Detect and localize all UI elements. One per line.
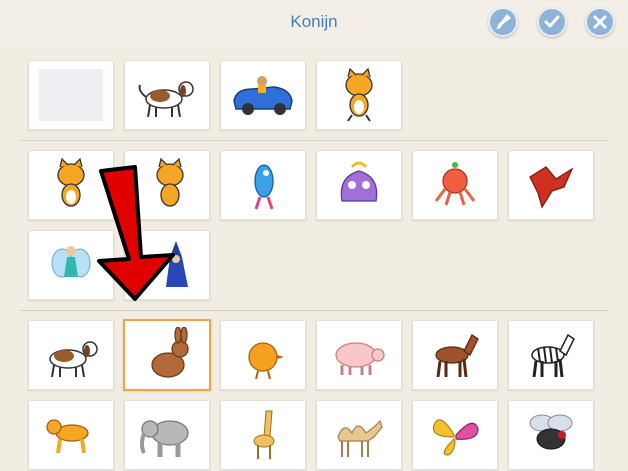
sprite-tile-monster[interactable]: [316, 150, 402, 220]
sprite-tile-butterfly[interactable]: [412, 400, 498, 470]
dog-icon: [138, 81, 194, 118]
sprite-tile-giraffe[interactable]: [220, 400, 306, 470]
octopus-icon: [434, 162, 476, 206]
fish-icon: [254, 164, 274, 210]
dog-icon: [49, 341, 98, 378]
paint-brush-button[interactable]: [488, 7, 518, 37]
sprite-tile-pig[interactable]: [316, 320, 402, 390]
header-bar: Konijn: [0, 0, 628, 46]
red-arrow-annotation: [97, 165, 175, 301]
horse-icon: [435, 334, 479, 378]
zebra-icon: [531, 333, 575, 378]
monster-icon: [340, 161, 378, 202]
sprite-tile-dragon[interactable]: [508, 150, 594, 220]
sprite-tile-fly[interactable]: [508, 400, 594, 470]
blank-sprite-placeholder: [39, 69, 103, 121]
cat-icon: [345, 67, 373, 122]
close-button[interactable]: [585, 7, 615, 37]
sprite-tile-zebra[interactable]: [508, 320, 594, 390]
pig-icon: [335, 342, 385, 375]
sprite-tile-dog[interactable]: [124, 60, 210, 130]
checkmark-icon: [544, 15, 560, 28]
sprite-tile-monkey[interactable]: [28, 400, 114, 470]
sprite-tile-chick[interactable]: [220, 320, 306, 390]
sprite-tile-rabbit[interactable]: [123, 319, 211, 391]
sprite-tile-car[interactable]: [220, 60, 306, 130]
butterfly-icon: [432, 419, 479, 456]
sprite-tile-horse[interactable]: [412, 320, 498, 390]
sprite-tile-elephant[interactable]: [124, 400, 210, 470]
dragon-icon: [529, 166, 574, 209]
sprite-tile-dog[interactable]: [28, 320, 114, 390]
chick-icon: [248, 342, 284, 380]
rabbit-icon: [151, 327, 189, 378]
camel-icon: [337, 419, 383, 457]
section-divider: [20, 310, 608, 311]
monkey-icon: [46, 419, 89, 454]
elephant-icon: [140, 420, 189, 457]
page-title: Konijn: [290, 12, 338, 31]
sprite-tile-blank[interactable]: [28, 60, 114, 130]
section-divider: [20, 140, 608, 141]
sprite-tile-octopus[interactable]: [412, 150, 498, 220]
giraffe-icon: [253, 410, 275, 459]
sprite-tile-cat[interactable]: [316, 60, 402, 130]
car-icon: [233, 76, 293, 115]
fly-icon: [529, 414, 573, 450]
sprite-tile-camel[interactable]: [316, 400, 402, 470]
close-icon: [593, 15, 607, 29]
paint-brush-icon: [496, 14, 511, 29]
sprite-tile-fish[interactable]: [220, 150, 306, 220]
confirm-button[interactable]: [537, 7, 567, 37]
